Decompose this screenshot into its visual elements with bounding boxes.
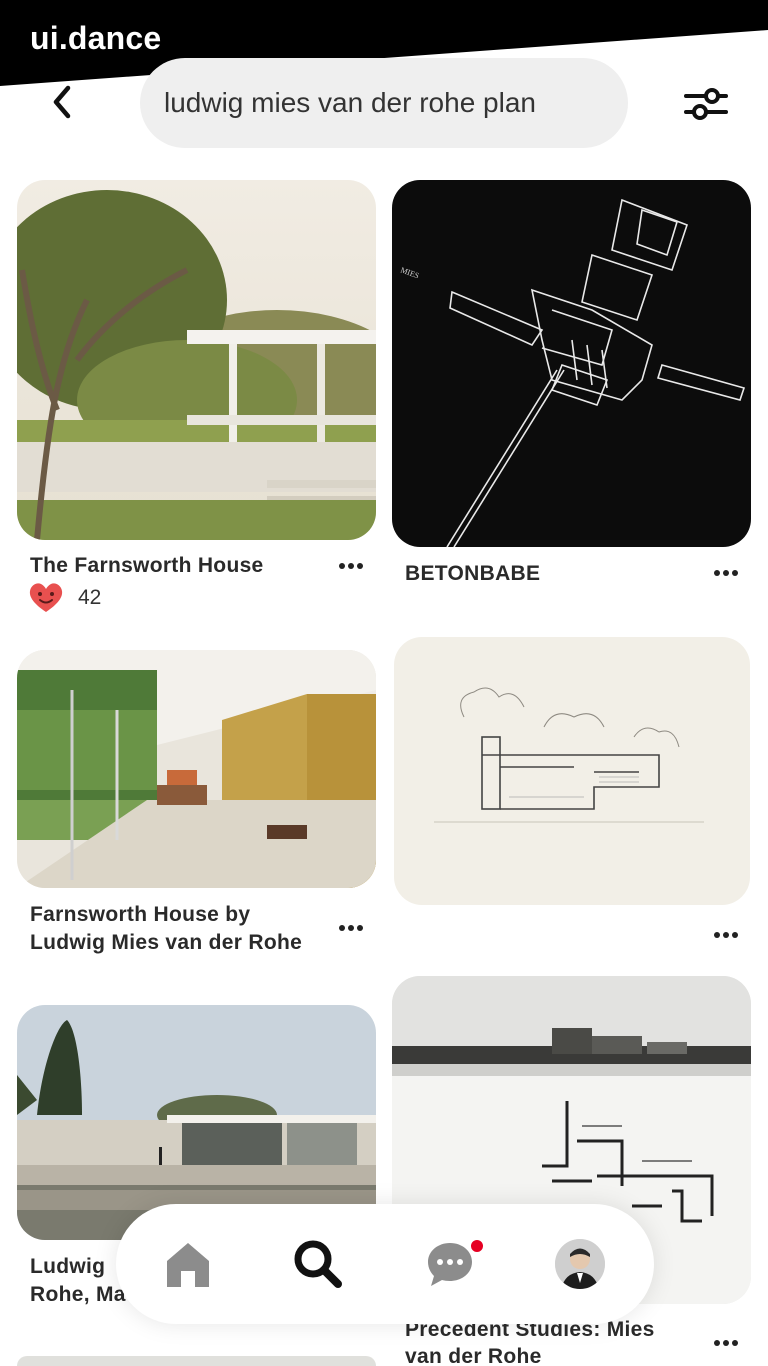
pin-title-line1: Ludwig — [30, 1255, 106, 1278]
pin-image-plan-sketch[interactable] — [394, 637, 750, 905]
brand-watermark: ui.dance — [30, 20, 162, 56]
pin-title-line2: Rohe, Ma — [30, 1283, 126, 1306]
search-input[interactable]: ludwig mies van der rohe plan — [140, 58, 628, 148]
sliders-icon — [684, 88, 728, 120]
back-button[interactable] — [40, 80, 84, 124]
search-icon — [294, 1240, 342, 1288]
pin-more-button[interactable] — [706, 925, 746, 945]
pin-image-axonometric[interactable]: MIES — [392, 180, 751, 547]
nav-home[interactable] — [158, 1234, 218, 1294]
pin-more-button[interactable] — [331, 556, 371, 576]
pin-title-line2: Ludwig Mies van der Rohe — [30, 931, 303, 954]
pin-image-partial[interactable] — [17, 1356, 376, 1366]
nav-profile[interactable] — [550, 1234, 610, 1294]
pin-title: BETONBABE — [405, 562, 541, 585]
heart-face-icon — [29, 583, 63, 612]
pin-more-button[interactable] — [706, 1333, 746, 1353]
nav-messages[interactable] — [420, 1234, 485, 1294]
filter-button[interactable] — [680, 78, 732, 130]
chat-bubble-icon — [428, 1243, 472, 1286]
nav-search[interactable] — [288, 1234, 348, 1294]
search-query: ludwig mies van der rohe plan — [164, 87, 536, 118]
avatar — [555, 1239, 605, 1289]
pin-title: The Farnsworth House — [30, 554, 264, 577]
pin-title-line2: van der Rohe — [405, 1345, 542, 1366]
pin-title-line1: Farnsworth House by — [30, 903, 251, 926]
like-count: 42 — [78, 586, 102, 609]
pin-image-farnsworth-exterior[interactable] — [17, 180, 376, 540]
bottom-nav — [116, 1204, 654, 1324]
pin-more-button[interactable] — [706, 563, 746, 583]
pin-image-farnsworth-interior[interactable] — [17, 650, 376, 888]
chevron-left-icon — [53, 85, 71, 119]
home-icon — [167, 1243, 209, 1287]
pin-more-button[interactable] — [331, 918, 371, 938]
pin-likes: 42 — [28, 582, 101, 614]
notification-dot — [469, 1238, 485, 1254]
